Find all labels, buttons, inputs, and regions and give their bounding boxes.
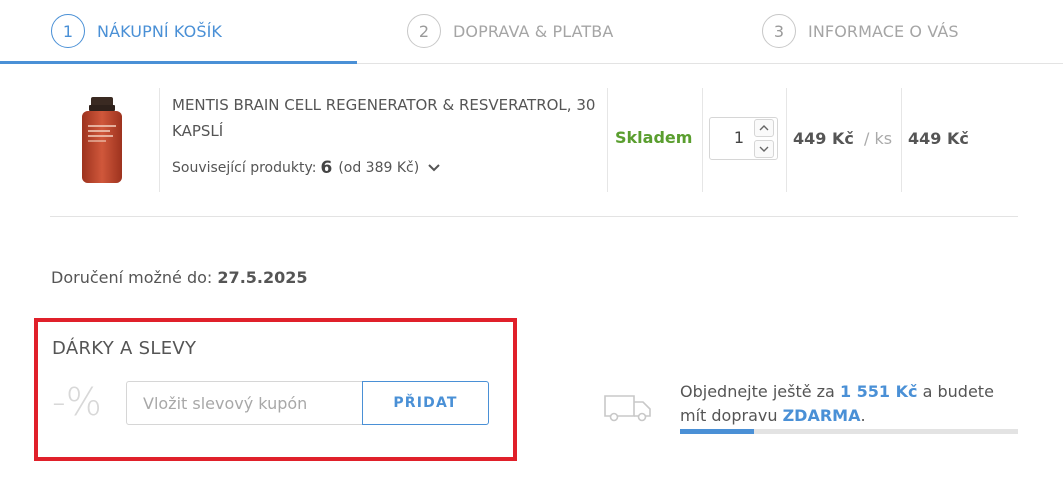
cart-divider bbox=[50, 216, 1018, 217]
delivery-date: 27.5.2025 bbox=[217, 268, 308, 287]
free-shipping-progress bbox=[680, 429, 1018, 434]
unit-price: 449 Kč bbox=[793, 129, 854, 148]
delivery-label: Doručení možné do: bbox=[51, 268, 213, 287]
step-label: NÁKUPNÍ KOŠÍK bbox=[97, 21, 222, 41]
active-step-underline bbox=[0, 61, 357, 64]
related-count: 6 bbox=[320, 158, 333, 178]
quantity-decrease-button[interactable] bbox=[754, 140, 774, 158]
checkout-steps: 1 NÁKUPNÍ KOŠÍK 2 DOPRAVA & PLATBA 3 INF… bbox=[0, 0, 1063, 64]
cart-item-row: MENTIS BRAIN CELL REGENERATOR & RESVERAT… bbox=[50, 88, 1018, 192]
step-customer-info[interactable]: 3 INFORMACE O VÁS bbox=[762, 13, 959, 49]
step-label: DOPRAVA & PLATBA bbox=[453, 21, 614, 41]
discount-percent-icon: -% bbox=[52, 380, 102, 424]
step-cart[interactable]: 1 NÁKUPNÍ KOŠÍK bbox=[51, 13, 222, 49]
shipping-remaining-amount: 1 551 Kč bbox=[839, 382, 918, 401]
shipping-text-before: Objednejte ještě za bbox=[680, 382, 835, 401]
column-divider bbox=[607, 88, 608, 192]
quantity-stepper[interactable]: 1 bbox=[709, 117, 778, 160]
step-number: 3 bbox=[762, 14, 796, 48]
quantity-increase-button[interactable] bbox=[754, 119, 774, 137]
related-label: Související produkty: bbox=[172, 160, 317, 176]
step-number: 2 bbox=[407, 14, 441, 48]
column-divider bbox=[702, 88, 703, 192]
chevron-up-icon bbox=[759, 125, 769, 131]
step-label: INFORMACE O VÁS bbox=[808, 21, 959, 41]
chevron-down-icon[interactable] bbox=[427, 163, 441, 173]
column-divider bbox=[786, 88, 787, 192]
chevron-down-icon bbox=[759, 146, 769, 152]
shipping-text-end: . bbox=[860, 406, 866, 425]
truck-icon bbox=[604, 395, 651, 422]
product-name-link[interactable]: MENTIS BRAIN CELL REGENERATOR & RESVERAT… bbox=[172, 92, 612, 144]
step-number: 1 bbox=[51, 14, 85, 48]
per-unit-label: / ks bbox=[864, 129, 893, 148]
related-products-toggle[interactable]: Související produkty: 6 (od 389 Kč) bbox=[172, 158, 441, 178]
free-shipping-progress-fill bbox=[680, 429, 755, 434]
gifts-title: DÁRKY A SLEVY bbox=[52, 338, 197, 359]
stock-status: Skladem bbox=[615, 128, 693, 147]
product-image[interactable] bbox=[80, 97, 124, 185]
related-price-from: (od 389 Kč) bbox=[338, 160, 420, 176]
free-shipping-message: Objednejte ještě za 1 551 Kč a budete mí… bbox=[680, 380, 1020, 428]
delivery-date-info: Doručení možné do: 27.5.2025 bbox=[51, 268, 308, 287]
step-shipping-payment[interactable]: 2 DOPRAVA & PLATBA bbox=[407, 13, 613, 49]
add-coupon-button[interactable]: PŘIDAT bbox=[362, 381, 489, 425]
column-divider bbox=[901, 88, 902, 192]
quantity-value[interactable]: 1 bbox=[734, 128, 744, 147]
total-price: 449 Kč bbox=[908, 129, 969, 148]
gifts-discounts-section: DÁRKY A SLEVY -% PŘIDAT bbox=[34, 318, 517, 461]
shipping-free-label: ZDARMA bbox=[782, 406, 861, 425]
column-divider bbox=[159, 88, 160, 192]
coupon-input[interactable] bbox=[126, 381, 362, 425]
